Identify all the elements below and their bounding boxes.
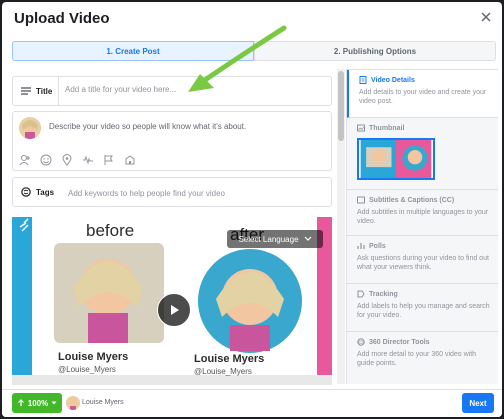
sidebar-item-heading: Tracking xyxy=(357,290,491,298)
tags-input[interactable]: Add keywords to help people find your vi… xyxy=(68,189,225,198)
video-name-left: Louise Myers xyxy=(58,351,129,363)
sidebar-item-label: 360 Director Tools xyxy=(369,338,430,346)
avatar xyxy=(19,117,41,139)
upload-video-dialog: Upload Video 1. Create Post 2. Publishin… xyxy=(2,2,502,417)
sidebar-item-label: Video Details xyxy=(371,76,415,84)
dialog-title: Upload Video xyxy=(14,10,110,27)
document-icon xyxy=(359,76,367,84)
sidebar-item-heading: Subtitles & Captions (CC) xyxy=(357,196,491,204)
tab-publishing-options[interactable]: 2. Publishing Options xyxy=(254,41,496,61)
video-handle-right: @Louise_Myers xyxy=(194,367,252,376)
tag-people-icon[interactable] xyxy=(19,154,31,166)
tag-icon xyxy=(21,187,31,197)
sidebar-item-polls[interactable]: Polls Ask questions during your video to… xyxy=(347,236,498,284)
label-icon xyxy=(357,290,365,298)
description-field[interactable]: Describe your video so people will know … xyxy=(12,111,332,171)
next-button[interactable]: Next xyxy=(462,393,494,413)
sidebar-item-label: Polls xyxy=(369,242,386,250)
sidebar-item-tracking[interactable]: Tracking Add labels to help you manage a… xyxy=(347,284,498,332)
video-handle-left: @Louise_Myers xyxy=(58,365,116,374)
video-name-right: Louise Myers xyxy=(194,353,265,365)
sidebar-item-desc: Add subtitles in multiple languages to y… xyxy=(357,209,489,225)
description-input[interactable]: Describe your video so people will know … xyxy=(49,122,246,131)
tags-field[interactable]: Tags Add keywords to help people find yo… xyxy=(12,177,332,207)
post-tools xyxy=(19,154,136,166)
sidebar-item-label: Thumbnail xyxy=(369,124,405,132)
title-input[interactable]: Add a title for your video here... xyxy=(65,85,176,94)
details-sidebar: Video Details Add details to your video … xyxy=(346,69,498,384)
uploader-name: Louise Myers xyxy=(82,399,124,406)
create-post-form: Title Add a title for your video here...… xyxy=(12,74,332,385)
annotation-arrow xyxy=(188,25,287,92)
branded-content-icon[interactable] xyxy=(124,154,136,166)
sidebar-item-desc: Add more detail to your 360 video with g… xyxy=(357,351,477,367)
title-label: Title xyxy=(13,77,59,105)
form-scrollbar[interactable] xyxy=(337,69,345,384)
sidebar-item-desc: Ask questions during your video to find … xyxy=(357,255,489,271)
tags-label: Tags xyxy=(13,178,59,206)
uploader-avatar xyxy=(66,396,80,410)
poll-icon xyxy=(357,243,365,249)
video-preview[interactable]: before after Select Language Louise Myer… xyxy=(12,217,332,385)
play-button[interactable] xyxy=(157,293,191,327)
sidebar-item-thumbnail[interactable]: Thumbnail xyxy=(347,118,498,190)
scrollbar-thumb[interactable] xyxy=(338,71,344,141)
sidebar-item-desc: Add details to your video and create you… xyxy=(359,89,487,105)
sidebar-item-label: Tracking xyxy=(369,290,398,298)
image-icon xyxy=(357,124,365,132)
emoji-icon[interactable] xyxy=(40,154,52,166)
upload-icon xyxy=(17,399,24,406)
language-label: Select Language xyxy=(238,234,299,244)
sidebar-item-heading: Thumbnail xyxy=(357,124,491,132)
sidebar-item-label: Subtitles & Captions (CC) xyxy=(369,196,455,204)
before-label: before xyxy=(86,221,135,240)
sidebar-item-heading: Video Details xyxy=(359,76,491,84)
sidebar-item-subtitles[interactable]: Subtitles & Captions (CC) Add subtitles … xyxy=(347,190,498,236)
sidebar-item-desc: Add labels to help you manage and search… xyxy=(357,303,490,319)
dialog-footer: 100% Louise Myers Next xyxy=(2,389,502,417)
tags-label-text: Tags xyxy=(36,187,55,197)
waveform-icon[interactable] xyxy=(82,154,94,166)
location-icon[interactable] xyxy=(61,154,73,166)
lines-icon xyxy=(21,87,31,95)
sidebar-item-heading: 360 Director Tools xyxy=(357,338,491,346)
upload-progress-button[interactable]: 100% xyxy=(12,393,62,413)
thumbnail-image[interactable] xyxy=(357,138,435,180)
flag-icon[interactable] xyxy=(103,154,115,166)
close-icon[interactable] xyxy=(478,9,494,25)
upload-progress-value: 100% xyxy=(27,398,49,408)
sidebar-item-heading: Polls xyxy=(357,242,491,250)
title-label-text: Title xyxy=(36,86,53,96)
language-selector[interactable]: Select Language xyxy=(227,230,323,248)
cc-icon xyxy=(357,196,365,204)
play-icon xyxy=(171,305,179,315)
chevron-down-icon xyxy=(51,401,57,405)
sidebar-item-video-details[interactable]: Video Details Add details to your video … xyxy=(347,70,498,118)
360-icon xyxy=(357,338,365,346)
sidebar-item-360-director[interactable]: 360 Director Tools Add more detail to yo… xyxy=(347,332,498,384)
chevron-down-icon xyxy=(304,236,311,241)
